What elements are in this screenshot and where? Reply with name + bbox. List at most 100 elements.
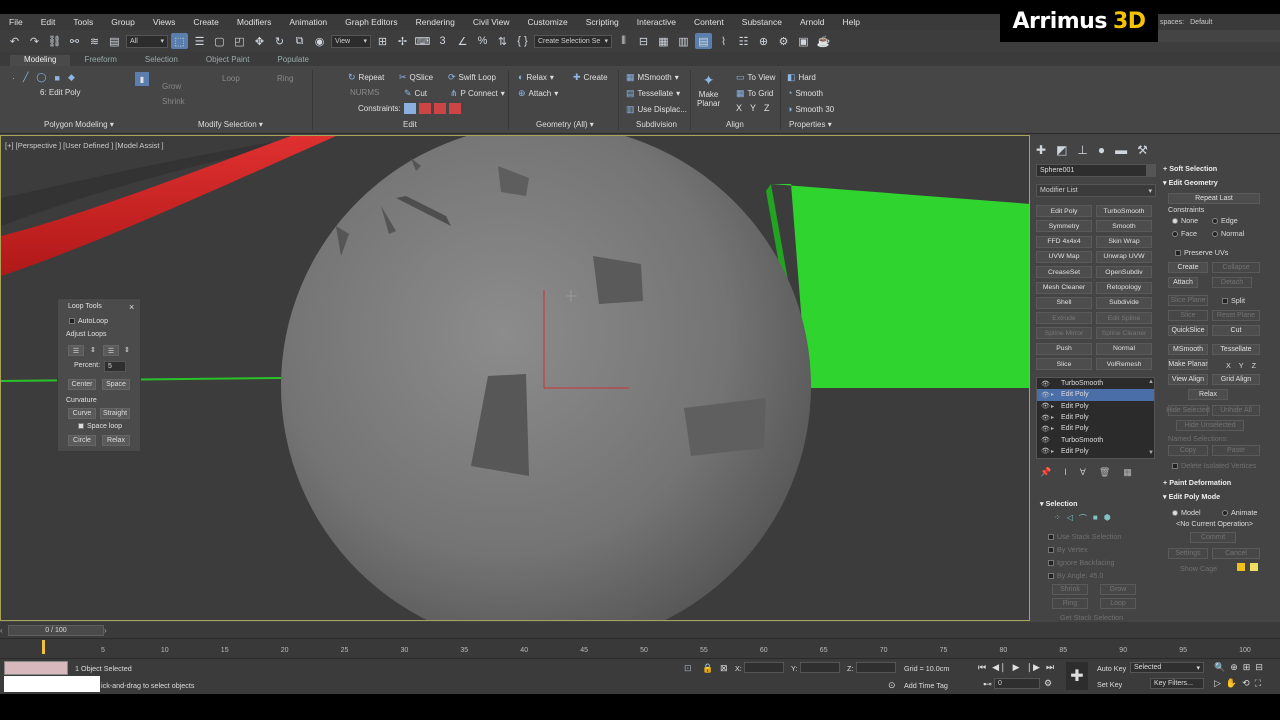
modify-tab-icon[interactable]: ◩ <box>1056 143 1067 157</box>
key-set-dropdown[interactable]: Selected ▾ <box>1130 662 1204 673</box>
visibility-icon[interactable]: 👁 <box>1041 447 1051 455</box>
modifier-button-spline-cleaner[interactable]: Spline Cleaner <box>1096 327 1152 340</box>
element-level-icon[interactable]: ⬢ <box>1104 513 1111 524</box>
undo-icon[interactable]: ↶ <box>6 33 23 49</box>
modifier-button-symmetry[interactable]: Symmetry <box>1036 220 1092 233</box>
cut-button[interactable]: ✎ Cut <box>404 88 427 99</box>
visibility-icon[interactable]: 👁 <box>1041 414 1051 422</box>
current-frame-field[interactable]: 0 <box>994 678 1040 689</box>
unhide-all-button[interactable]: Unhide All <box>1212 405 1260 416</box>
constraint-normal-icon[interactable] <box>449 103 461 114</box>
x-coord-field[interactable] <box>744 662 784 673</box>
select-manipulate-icon[interactable]: ✢ <box>394 33 411 49</box>
create-tab-icon[interactable]: ✚ <box>1036 143 1046 157</box>
modifier-button-uvw-map[interactable]: UVW Map <box>1036 250 1092 263</box>
orbit-icon[interactable]: ⟲ <box>1242 678 1250 689</box>
copy-button[interactable]: Copy <box>1168 445 1208 456</box>
menu-customize[interactable]: Customize <box>528 17 568 27</box>
green-box[interactable] <box>771 184 1030 388</box>
visibility-icon[interactable]: 👁 <box>1041 436 1051 444</box>
delete-isolated-checkbox[interactable]: Delete Isolated Vertices <box>1172 461 1257 470</box>
slice-plane-button[interactable]: Slice Plane <box>1168 295 1208 306</box>
bind-spacewarp-icon[interactable]: ≋ <box>86 33 103 49</box>
current-frame-marker[interactable] <box>42 640 45 654</box>
expand-icon[interactable]: ▸ <box>1051 403 1061 410</box>
by-angle-value[interactable]: 45.0 <box>1089 571 1103 580</box>
group-polygon-modeling[interactable]: Polygon Modeling ▾ <box>44 120 114 129</box>
loop-label[interactable]: Loop <box>222 74 240 83</box>
smooth30-button[interactable]: ◑ Smooth 30 <box>787 104 834 114</box>
scale-icon[interactable]: ⧉ <box>291 33 308 49</box>
window-crossing-icon[interactable]: ◰ <box>231 33 248 49</box>
circle-button[interactable]: Circle <box>68 435 96 446</box>
attach-button[interactable]: ⊕ Attach ▾ <box>518 88 558 99</box>
schematic-view-icon[interactable]: ☷ <box>735 33 752 49</box>
absolute-mode-icon[interactable]: ⊠ <box>720 663 728 674</box>
border-level-icon[interactable]: ⌒ <box>1079 513 1087 524</box>
slider-left-icon[interactable]: ‹ <box>0 626 3 635</box>
group-geometry[interactable]: Geometry (All) ▾ <box>536 120 594 129</box>
isolate-icon[interactable]: ⊡ <box>684 663 692 674</box>
tab-populate[interactable]: Populate <box>263 55 323 66</box>
paint-deformation-rollout[interactable]: + Paint Deformation <box>1163 478 1231 487</box>
split-checkbox[interactable]: Split <box>1222 296 1245 305</box>
time-slider-track[interactable] <box>0 622 1280 638</box>
modify-mode-icon[interactable]: ▮ <box>135 72 149 86</box>
menu-views[interactable]: Views <box>153 17 176 27</box>
modifier-list-dropdown[interactable]: Modifier List ▾ <box>1036 184 1156 197</box>
ribbon-toggle-icon[interactable]: ▤ <box>695 33 712 49</box>
make-planar-button[interactable]: ✦ Make Planar <box>697 72 720 108</box>
group-align[interactable]: Align <box>726 120 744 129</box>
percent-input[interactable]: 5 <box>104 361 126 372</box>
motion-tab-icon[interactable]: ● <box>1098 143 1105 157</box>
configure-sets-icon[interactable]: ▦ <box>1123 467 1132 478</box>
menu-interactive[interactable]: Interactive <box>637 17 676 27</box>
planar-y-button[interactable]: Y <box>1239 361 1244 370</box>
grow-button[interactable]: Grow <box>1100 584 1136 595</box>
spinner-icon[interactable]: ⇕ <box>124 346 130 354</box>
render-icon[interactable]: ☕ <box>815 33 832 49</box>
slice-button[interactable]: Slice <box>1168 310 1208 321</box>
polygon-level-icon[interactable]: ■ <box>1093 513 1098 524</box>
auto-key-button[interactable]: Auto Key <box>1097 664 1126 673</box>
remove-modifier-icon[interactable]: 🗑 <box>1099 467 1110 478</box>
swift-loop-button[interactable]: ⟳ Swift Loop <box>448 72 496 83</box>
spinner-snap-icon[interactable]: ⇅ <box>494 33 511 49</box>
keyboard-shortcut-icon[interactable]: ⌨ <box>414 33 431 49</box>
p-connect-button[interactable]: ⋔ P Connect ▾ <box>450 88 505 99</box>
msmooth-button[interactable]: ▦ MSmooth ▾ <box>626 72 679 83</box>
get-stack-selection[interactable]: Get Stack Selection <box>1060 613 1123 622</box>
close-icon[interactable]: × <box>129 302 134 312</box>
repeat-last-button[interactable]: Repeat Last <box>1168 193 1260 204</box>
use-stack-checkbox[interactable]: Use Stack Selection <box>1048 532 1121 541</box>
grid-align-button[interactable]: Grid Align <box>1212 374 1260 385</box>
cancel-button[interactable]: Cancel <box>1212 548 1260 559</box>
to-grid-button[interactable]: ▦ To Grid <box>736 88 773 99</box>
next-frame-icon[interactable]: ❘▶ <box>1026 662 1040 673</box>
modifier-button-skin-wrap[interactable]: Skin Wrap <box>1096 235 1152 248</box>
stack-item[interactable]: 👁 ▸ Edit Poly <box>1037 401 1154 412</box>
modifier-button-volremesh[interactable]: VolRemesh <box>1096 358 1152 370</box>
scroll-down-icon[interactable]: ▼ <box>1148 450 1154 456</box>
center-button[interactable]: Center <box>68 379 96 390</box>
repeat-button[interactable]: ↻ Repeat <box>348 72 384 83</box>
hierarchy-tab-icon[interactable]: ⊥ <box>1077 143 1087 157</box>
maximize-viewport-icon[interactable]: ⛶ <box>1255 678 1261 689</box>
zoom-extents-all-icon[interactable]: ⊟ <box>1255 662 1263 673</box>
ignore-backfacing-checkbox[interactable]: Ignore Backfacing <box>1048 558 1115 567</box>
tessellate-geom-button[interactable]: Tessellate <box>1212 344 1260 355</box>
animate-radio[interactable]: Animate <box>1222 508 1257 517</box>
menu-tools[interactable]: Tools <box>73 17 93 27</box>
menu-file[interactable]: File <box>9 17 23 27</box>
modifier-button-extrude[interactable]: Extrude <box>1036 312 1092 325</box>
modifier-button-retopology[interactable]: Retopology <box>1096 281 1152 294</box>
to-view-button[interactable]: ▭ To View <box>736 72 775 83</box>
hard-button[interactable]: ◧ Hard <box>787 72 816 83</box>
menu-create[interactable]: Create <box>193 17 219 27</box>
align-z-button[interactable]: Z <box>764 103 770 113</box>
modifier-button-edit-spline[interactable]: Edit Spline <box>1096 312 1152 325</box>
constraint-none-radio[interactable]: None <box>1172 216 1198 225</box>
redo-icon[interactable]: ↷ <box>26 33 43 49</box>
collapse-button[interactable]: Collapse <box>1212 262 1260 273</box>
constraint-face-radio[interactable]: Face <box>1172 229 1197 238</box>
